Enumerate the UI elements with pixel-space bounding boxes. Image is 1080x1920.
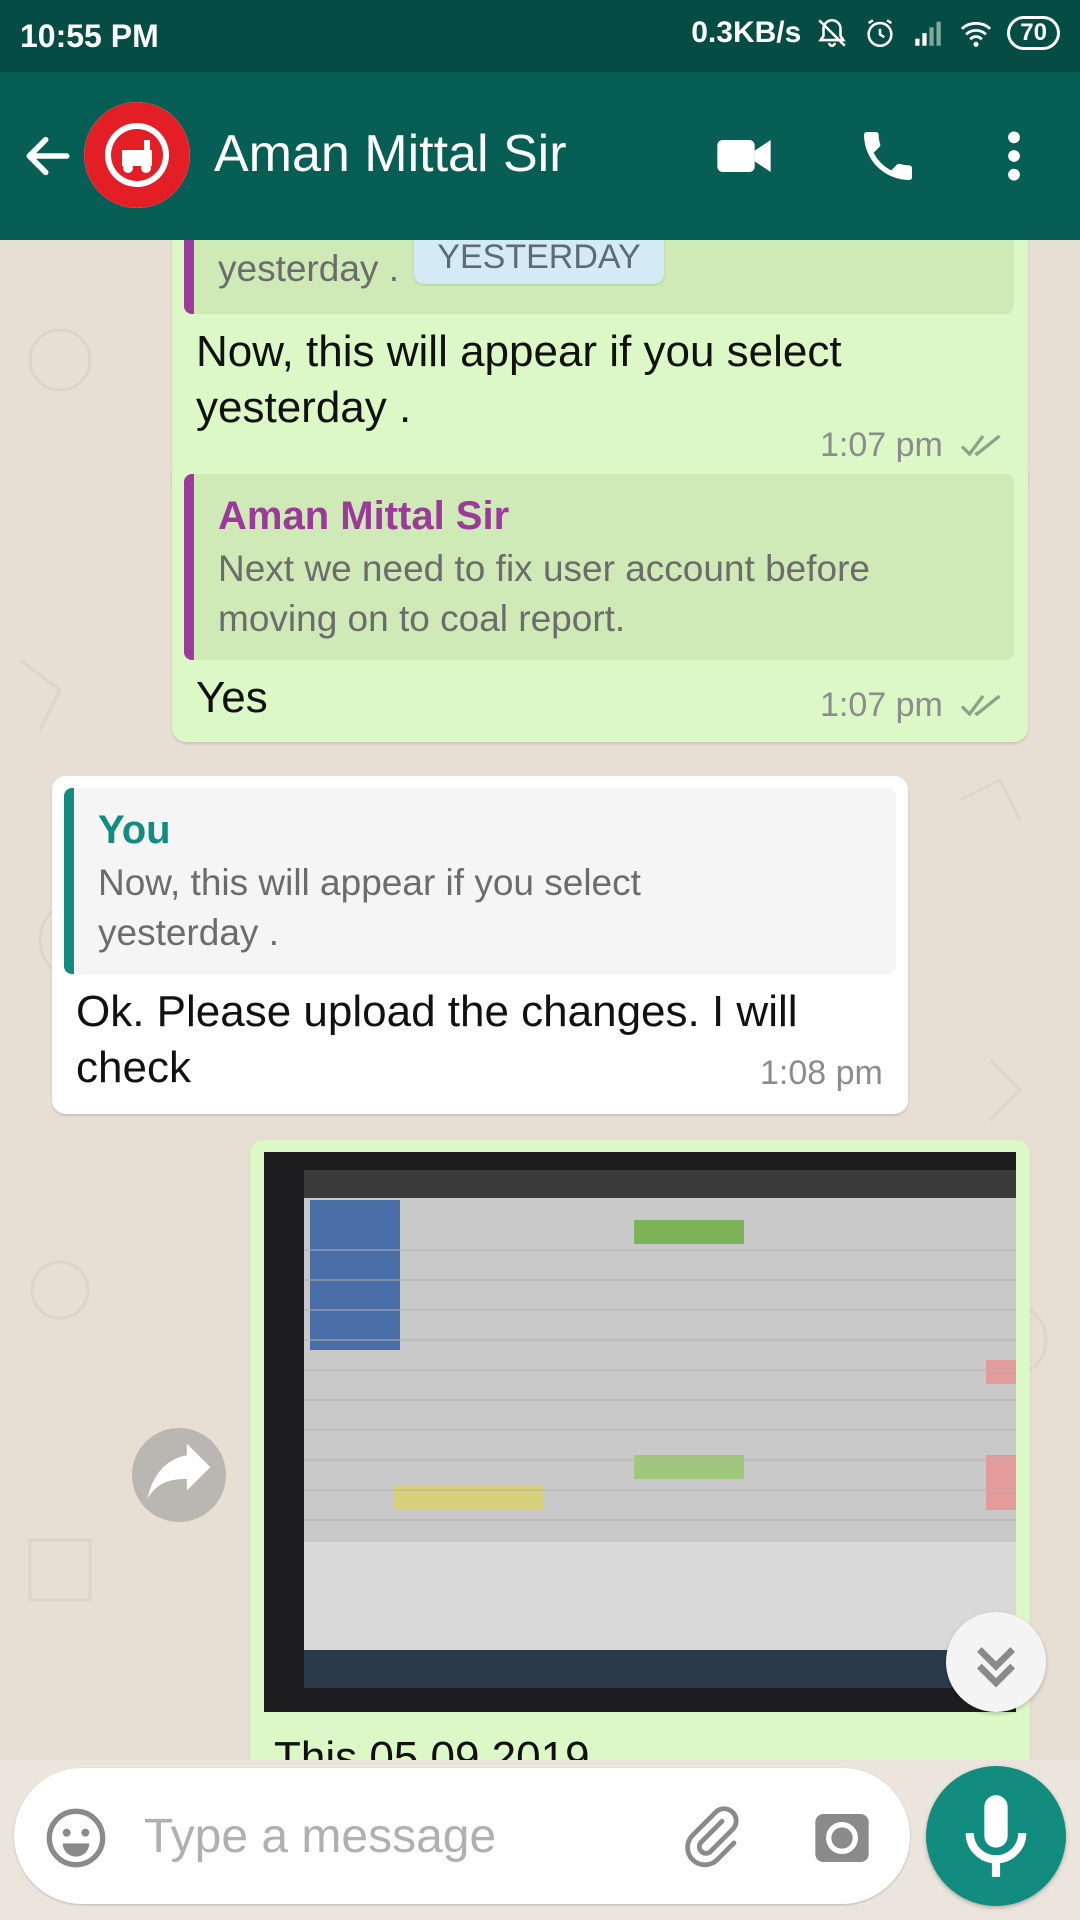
quoted-message-text: Now, this will appear if you select yest…: [98, 862, 641, 953]
quoted-author: Aman Mittal Sir: [218, 494, 510, 538]
message-text: Now, this will appear if you select yest…: [196, 327, 842, 432]
shared-photo[interactable]: [264, 1152, 1016, 1712]
status-time: 10:55 PM: [20, 18, 159, 54]
attach-icon[interactable]: [678, 1804, 742, 1868]
status-icons: 0.3KB/s 70: [691, 16, 1060, 50]
chat-area[interactable]: yesterday . Now, this will appear if you…: [0, 240, 1080, 1760]
alarm-icon: [867, 19, 893, 48]
message-text: Yes: [196, 673, 268, 722]
phone-call-icon[interactable]: [856, 124, 920, 188]
message-time: 1:08 pm: [760, 1054, 883, 1092]
photo-table-graphic: [304, 1170, 1016, 1650]
mic-button[interactable]: [926, 1766, 1066, 1906]
message-bubble-incoming[interactable]: You Now, this will appear if you select …: [52, 776, 908, 1114]
image-caption: This 05.09.2019: [274, 1733, 590, 1760]
mic-icon: [965, 1795, 1027, 1877]
back-arrow-icon[interactable]: [20, 128, 76, 184]
quoted-message-text: yesterday .: [218, 248, 399, 289]
quoted-message[interactable]: You Now, this will appear if you select …: [64, 788, 896, 974]
network-speed: 0.3KB/s: [691, 16, 802, 49]
photo-screen-content: [304, 1170, 1016, 1650]
read-receipt-icon: [960, 694, 1001, 717]
quoted-author: You: [98, 808, 171, 852]
forward-button[interactable]: [132, 1428, 226, 1522]
message-text: Ok. Please upload the changes. I will ch…: [76, 987, 798, 1092]
emoji-icon[interactable]: [44, 1806, 108, 1870]
battery-icon: 70: [1007, 16, 1060, 50]
quoted-message-text: Next we need to fix user account before …: [218, 548, 870, 639]
signal-icon: [915, 21, 942, 46]
read-receipt-icon: [960, 434, 1001, 457]
photo-taskbar: [304, 1650, 1016, 1688]
double-chevron-down-icon: [976, 1647, 1016, 1688]
message-time: 1:07 pm: [820, 426, 943, 464]
chat-header: Aman Mittal Sir: [0, 72, 1080, 240]
message-bubble-outgoing[interactable]: Aman Mittal Sir Next we need to fix user…: [172, 462, 1028, 742]
video-call-icon[interactable]: [712, 124, 776, 188]
message-input[interactable]: [144, 1800, 644, 1872]
mute-icon: [818, 18, 847, 47]
message-composer: [14, 1768, 910, 1904]
contact-name[interactable]: Aman Mittal Sir: [214, 124, 567, 184]
indian-railways-logo-icon: [84, 102, 190, 208]
scroll-to-bottom-button[interactable]: [946, 1612, 1046, 1712]
wifi-icon: [961, 21, 992, 47]
avatar[interactable]: [84, 102, 190, 208]
more-options-icon[interactable]: [982, 124, 1046, 188]
quoted-message[interactable]: Aman Mittal Sir Next we need to fix user…: [184, 474, 1014, 660]
message-time: 1:07 pm: [820, 686, 943, 724]
camera-icon[interactable]: [810, 1806, 874, 1870]
status-bar: 10:55 PM 0.3KB/s 70: [0, 0, 1080, 72]
date-chip: YESTERDAY: [414, 240, 664, 284]
forward-icon: [147, 1443, 211, 1499]
